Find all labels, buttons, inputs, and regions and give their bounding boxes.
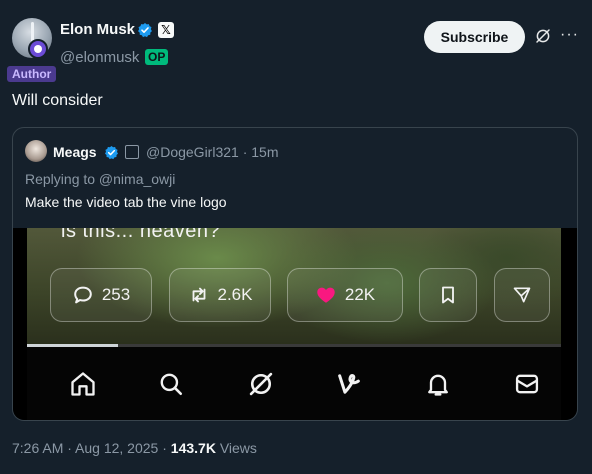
messages-icon <box>512 369 542 399</box>
media-like-count: 22K <box>344 285 376 304</box>
media-image: is this... heaven? 253 2.6K 22K <box>27 228 561 346</box>
quote-media[interactable]: is this... heaven? 253 2.6K 22K <box>13 228 577 420</box>
notifications-bell-icon <box>423 369 453 399</box>
media-repost-count: 2.6K <box>217 285 253 304</box>
media-repost-button: 2.6K <box>169 268 271 322</box>
home-icon <box>68 369 98 399</box>
quote-replying-to: Replying to @nima_owji <box>25 171 176 187</box>
media-like-button: 22K <box>287 268 403 322</box>
quote-author-name[interactable]: Meags <box>53 144 97 160</box>
quote-handle-time[interactable]: @DogeGirl321 · 15m <box>146 144 279 160</box>
quoted-post[interactable]: Meags @DogeGirl321 · 15m Replying to @ni… <box>12 127 578 421</box>
bookmark-icon <box>442 286 454 304</box>
more-options-icon[interactable]: ··· <box>560 26 578 44</box>
post-meta: 7:26 AM · Aug 12, 2025 · 143.7K Views <box>12 440 257 456</box>
quote-author-avatar[interactable] <box>25 140 47 162</box>
heart-icon <box>317 287 335 303</box>
reply-icon <box>74 286 92 304</box>
author-name[interactable]: Elon Musk <box>60 21 135 38</box>
views-label: Views <box>215 440 257 456</box>
views-count: 143.7K <box>170 440 216 456</box>
author-handle[interactable]: @elonmusk <box>60 49 139 66</box>
quote-verified-badge-icon <box>105 145 118 160</box>
media-reply-button: 253 <box>50 268 152 322</box>
media-share-button <box>494 268 550 322</box>
grok-icon[interactable] <box>534 27 552 45</box>
op-badge: OP <box>145 49 169 65</box>
subscribe-button[interactable]: Subscribe <box>424 21 525 53</box>
media-caption: is this... heaven? <box>61 228 221 242</box>
grok-tab-icon <box>246 369 276 399</box>
repost-icon <box>192 287 205 303</box>
post-text: Will consider <box>12 92 103 109</box>
vine-logo-icon <box>334 369 364 399</box>
search-icon <box>156 369 186 399</box>
quote-text: Make the video tab the vine logo <box>25 194 227 210</box>
media-tab-bar <box>27 347 561 420</box>
post-timestamp[interactable]: 7:26 AM · Aug 12, 2025 · <box>12 440 171 456</box>
quote-affiliate-badge-icon <box>125 145 139 159</box>
share-icon <box>513 287 531 303</box>
media-bookmark-button <box>419 268 477 322</box>
media-reply-count: 253 <box>101 285 131 304</box>
author-label-badge: Author <box>7 66 57 82</box>
x-logo-icon: 𝕏 <box>158 22 174 38</box>
affiliate-badge-icon <box>28 39 48 59</box>
verified-badge-icon <box>138 23 152 38</box>
